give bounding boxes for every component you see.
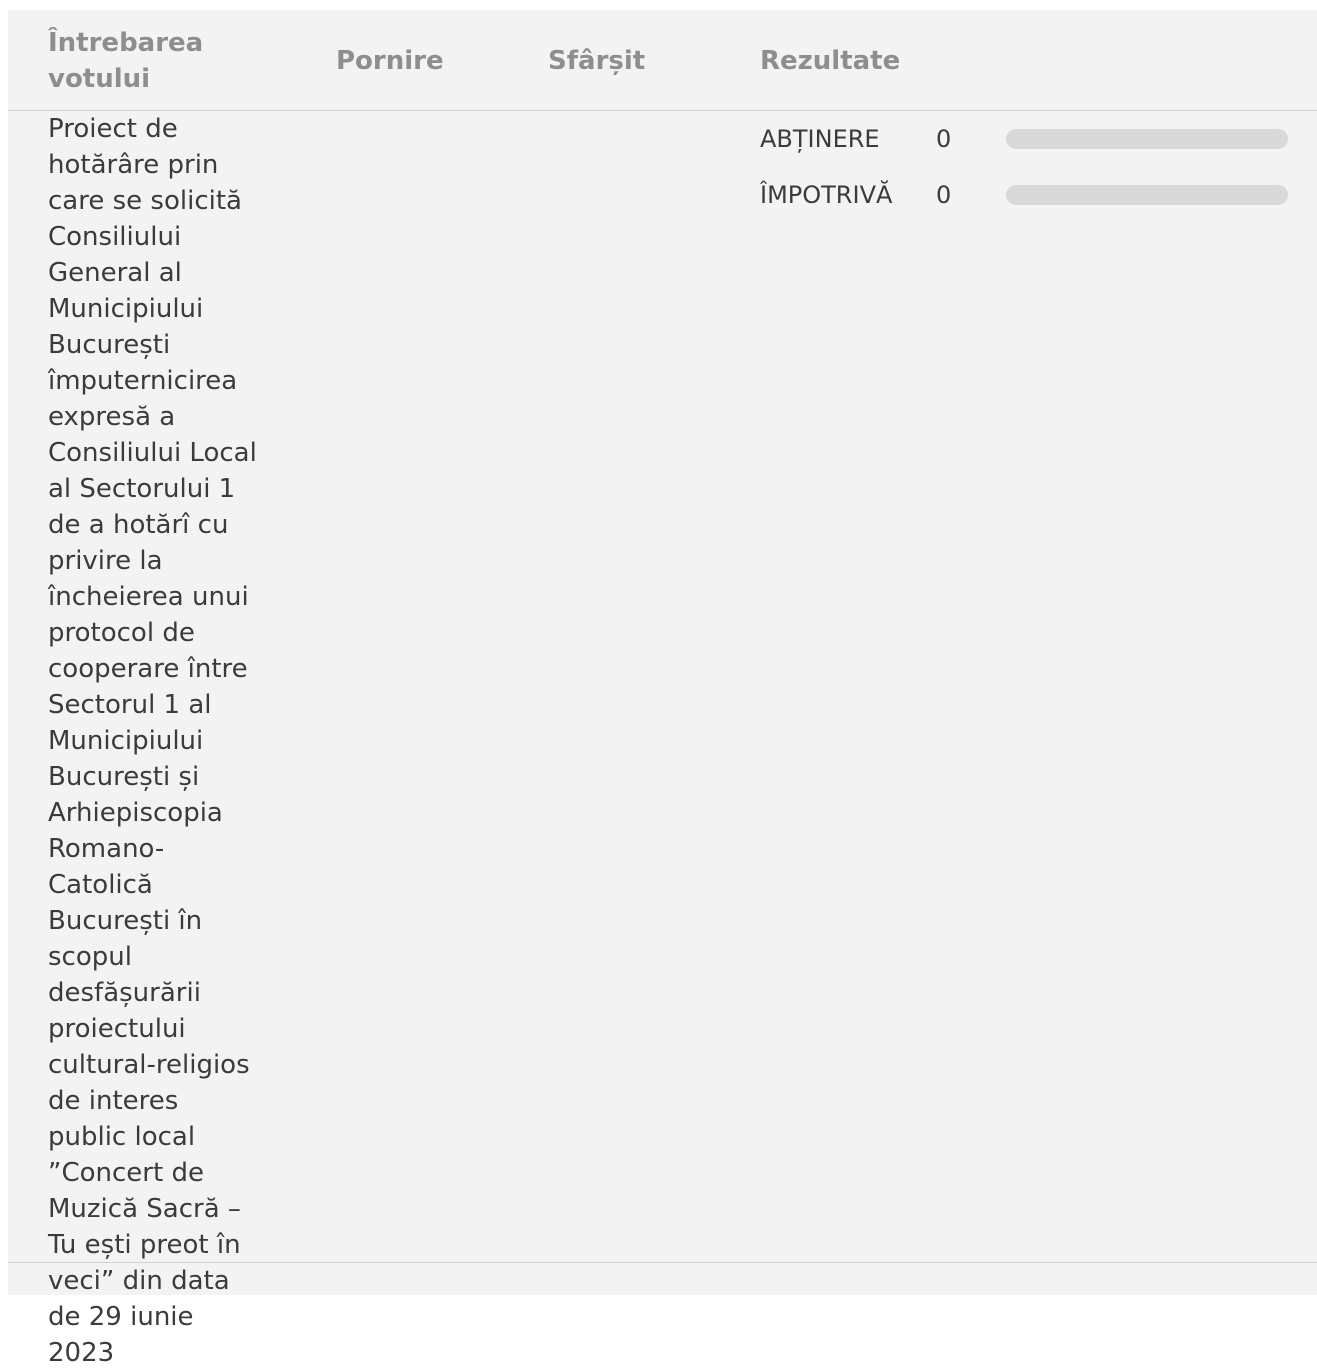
header-results: Rezultate [760, 46, 901, 76]
vote-question: Proiect de hotărâre prin care se solicit… [48, 114, 257, 1368]
result-label: ÎMPOTRIVĂ [760, 181, 893, 209]
vote-results-table: Întrebarea votului Pornire Sfârșit Rezul… [8, 10, 1317, 1368]
result-count: 0 [936, 181, 952, 209]
result-against: ÎMPOTRIVĂ 0 [760, 177, 1300, 213]
header-question: Întrebarea votului [48, 28, 204, 94]
result-label: ABȚINERE [760, 125, 880, 153]
result-progress-bar [1006, 129, 1288, 149]
result-abstain: ABȚINERE 0 [760, 121, 1300, 157]
result-count: 0 [936, 125, 952, 153]
table-header: Întrebarea votului Pornire Sfârșit Rezul… [8, 10, 1317, 111]
table-row: Proiect de hotărâre prin care se solicit… [8, 111, 1317, 1368]
header-end: Sfârșit [548, 46, 646, 76]
result-progress-bar [1006, 185, 1288, 205]
header-start: Pornire [336, 46, 444, 76]
